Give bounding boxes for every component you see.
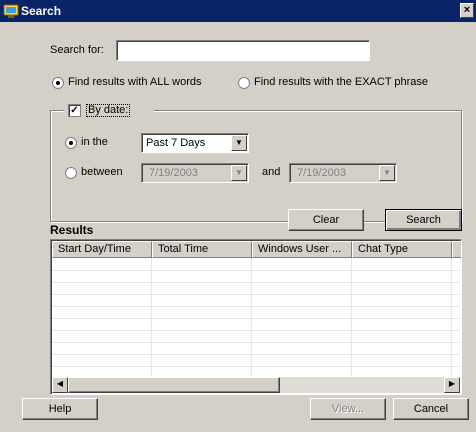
check-icon: ✓ (70, 105, 79, 116)
arrow-right-icon: ▶ (448, 379, 456, 388)
clear-button[interactable]: Clear (288, 209, 364, 231)
chevron-down-icon: ▼ (235, 138, 243, 147)
close-button[interactable]: × (460, 3, 474, 18)
column-header[interactable]: Windows User ... (252, 241, 352, 258)
cancel-button[interactable]: Cancel (393, 398, 469, 420)
search-input[interactable] (116, 40, 370, 61)
column-header[interactable]: Start Day/Time (52, 241, 152, 258)
period-value: Past 7 Days (146, 137, 206, 149)
by-date-label: By date: (86, 104, 131, 117)
date-filter-legend: ✓ By date: (64, 102, 154, 118)
in-the-radio[interactable] (65, 137, 77, 149)
results-header-row: Start Day/Time Total Time Windows User .… (52, 241, 461, 258)
scroll-right-button[interactable]: ▶ (444, 377, 460, 393)
all-words-radio[interactable] (52, 77, 64, 89)
all-words-label: Find results with ALL words (68, 76, 202, 88)
to-date-picker[interactable]: 7/19/2003 ▼ (289, 163, 397, 183)
exact-phrase-radio[interactable] (238, 77, 250, 89)
from-date-arrow[interactable]: ▼ (231, 165, 247, 181)
app-icon (3, 4, 19, 18)
view-button[interactable]: View... (310, 398, 386, 420)
window-title: Search (21, 4, 62, 18)
column-header[interactable]: Total Time (152, 241, 252, 258)
search-for-label: Search for: (50, 44, 104, 56)
column-header-filler (452, 241, 461, 258)
dialog-body: Search for: Find results with ALL words … (0, 22, 476, 432)
from-date-value: 7/19/2003 (149, 167, 198, 179)
results-list[interactable]: Start Day/Time Total Time Windows User .… (50, 239, 462, 395)
chevron-down-icon: ▼ (235, 168, 243, 177)
period-dropdown-arrow[interactable]: ▼ (231, 135, 247, 151)
results-grid (52, 258, 460, 376)
arrow-left-icon: ◀ (56, 379, 64, 388)
to-date-arrow[interactable]: ▼ (379, 165, 395, 181)
to-date-value: 7/19/2003 (297, 167, 346, 179)
exact-phrase-label: Find results with the EXACT phrase (254, 76, 429, 88)
scroll-thumb[interactable] (68, 377, 280, 393)
results-heading: Results (50, 223, 94, 237)
search-button[interactable]: Search (385, 209, 462, 231)
by-date-checkbox[interactable]: ✓ (68, 104, 81, 117)
chevron-down-icon: ▼ (383, 168, 391, 177)
in-the-label: in the (81, 136, 108, 148)
column-header[interactable]: Chat Type (352, 241, 452, 258)
period-dropdown[interactable]: Past 7 Days ▼ (141, 133, 249, 153)
between-radio[interactable] (65, 167, 77, 179)
from-date-picker[interactable]: 7/19/2003 ▼ (141, 163, 249, 183)
between-label: between (81, 166, 123, 178)
close-icon: × (463, 4, 471, 16)
scroll-left-button[interactable]: ◀ (52, 377, 68, 393)
title-bar: Search × (0, 0, 476, 22)
and-label: and (262, 166, 281, 178)
horizontal-scrollbar[interactable]: ◀ ▶ (52, 377, 460, 393)
help-button[interactable]: Help (22, 398, 98, 420)
